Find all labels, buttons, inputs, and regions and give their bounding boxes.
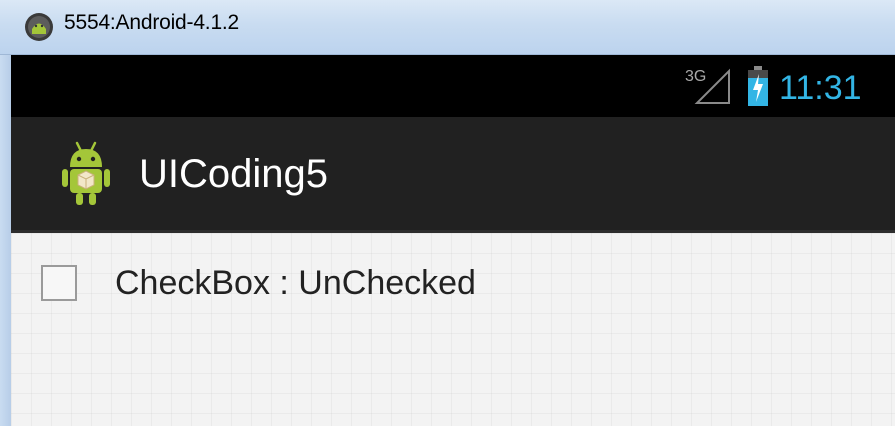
- status-clock: 11:31: [779, 69, 862, 107]
- window-title-bar: 5554:Android-4.1.2: [0, 0, 895, 55]
- window-frame-left: [0, 55, 11, 426]
- checkbox-label[interactable]: CheckBox : UnChecked: [115, 264, 476, 303]
- checkbox-item[interactable]: CheckBox : UnChecked: [41, 261, 476, 305]
- checkbox[interactable]: [41, 265, 77, 301]
- battery-charging-icon: [748, 66, 768, 106]
- emulator-window: 5554:Android-4.1.2 3G 11:31 UICoding5 Ch…: [0, 0, 895, 426]
- action-bar: UICoding5: [11, 117, 895, 233]
- android-emulator-icon: [25, 13, 53, 41]
- network-type-label: 3G: [685, 68, 706, 85]
- signal-icon: 3G: [685, 68, 730, 104]
- content-area: CheckBox : UnChecked: [11, 233, 895, 426]
- android-status-bar: 3G 11:31: [11, 55, 895, 117]
- android-robot-icon[interactable]: [61, 139, 111, 207]
- app-title: UICoding5: [139, 152, 329, 196]
- window-title: 5554:Android-4.1.2: [64, 11, 240, 34]
